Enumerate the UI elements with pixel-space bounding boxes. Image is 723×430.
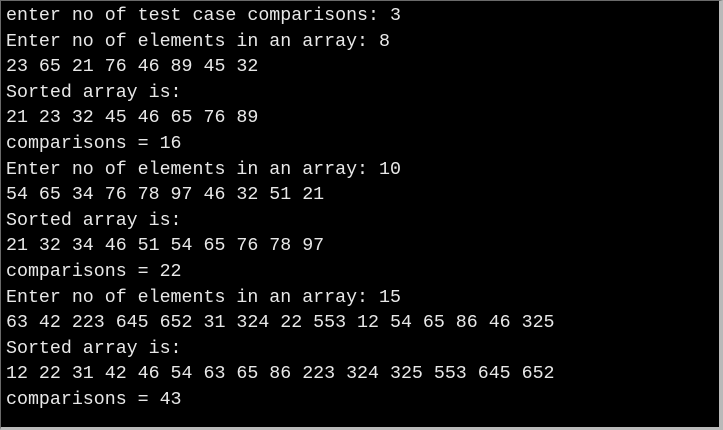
output-line-sorted-array-1: 21 23 32 45 46 65 76 89 <box>6 108 259 129</box>
output-line-sorted-label-2: Sorted array is: <box>6 210 182 231</box>
terminal-window[interactable]: enter no of test case comparisons: 3 Ent… <box>0 0 723 430</box>
output-line-sorted-array-3: 12 22 31 42 46 54 63 65 86 223 324 325 5… <box>6 364 555 385</box>
output-line-elements-prompt-1: Enter no of elements in an array: 8 <box>6 31 390 52</box>
output-line-sorted-label-1: Sorted array is: <box>6 82 182 103</box>
output-line-elements-prompt-3: Enter no of elements in an array: 15 <box>6 287 401 308</box>
output-line-sorted-label-3: Sorted array is: <box>6 338 182 359</box>
output-line-elements-prompt-2: Enter no of elements in an array: 10 <box>6 159 401 180</box>
output-line-input-array-3: 63 42 223 645 652 31 324 22 553 12 54 65… <box>6 313 555 334</box>
output-line-sorted-array-2: 21 32 34 46 51 54 65 76 78 97 <box>6 236 325 257</box>
output-line-comparisons-2: comparisons = 22 <box>6 261 182 282</box>
output-line-test-case-prompt: enter no of test case comparisons: 3 <box>6 6 401 26</box>
terminal-output: enter no of test case comparisons: 3 Ent… <box>6 4 555 414</box>
output-line-comparisons-3: comparisons = 43 <box>6 389 182 410</box>
output-line-comparisons-1: comparisons = 16 <box>6 133 182 154</box>
output-line-input-array-1: 23 65 21 76 46 89 45 32 <box>6 57 259 78</box>
output-line-input-array-2: 54 65 34 76 78 97 46 32 51 21 <box>6 185 325 206</box>
